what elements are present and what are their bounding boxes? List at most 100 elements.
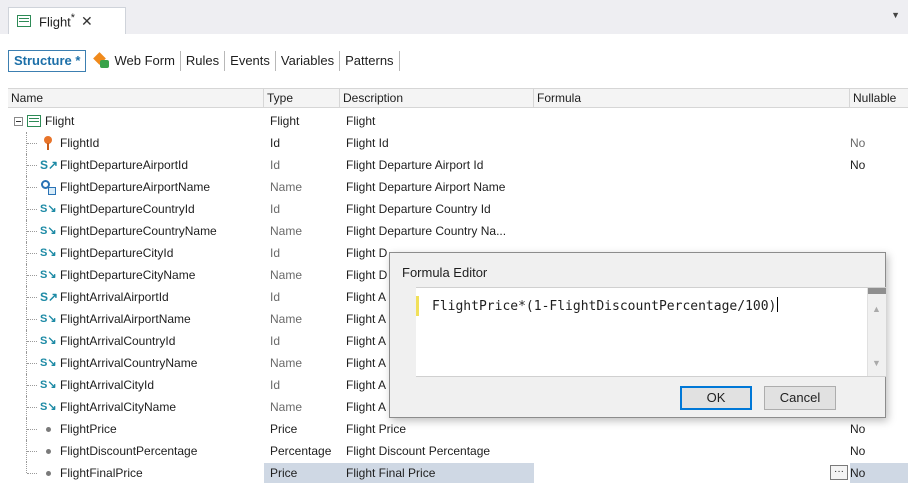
- tab-events-label: Events: [230, 53, 270, 68]
- row-name: FlightFinalPrice: [60, 466, 143, 480]
- row-description: Flight Price: [346, 422, 407, 436]
- row-type: Id: [270, 378, 281, 392]
- table-row[interactable]: FlightDepartureAirportName Name Flight D…: [8, 176, 908, 198]
- table-row-selected[interactable]: FlightFinalPrice Price Flight Final Pric…: [8, 462, 908, 484]
- attribute-dot-icon: [40, 421, 56, 437]
- text-caret: [777, 297, 779, 312]
- row-description: Flight Id: [346, 136, 389, 150]
- row-name: FlightId: [60, 136, 100, 150]
- table-row[interactable]: FlightDiscountPercentage Percentage Flig…: [8, 440, 908, 462]
- row-type: Id: [270, 334, 281, 348]
- subtype-inferred-icon: S↘: [40, 247, 57, 259]
- row-name: FlightArrivalCityId: [60, 378, 155, 392]
- row-type: Id: [270, 290, 281, 304]
- collapse-icon[interactable]: [14, 116, 23, 126]
- row-type: Price: [270, 422, 298, 436]
- row-description: Flight D: [346, 268, 388, 282]
- row-name: FlightDepartureCityName: [60, 268, 196, 282]
- ok-button[interactable]: OK: [680, 386, 752, 410]
- attribute-dot-icon: [40, 443, 56, 459]
- document-tab-strip: Flight* ✕ ▼: [0, 0, 908, 34]
- document-tab-flight[interactable]: Flight* ✕: [8, 7, 126, 34]
- row-name: FlightArrivalCityName: [60, 400, 177, 414]
- row-description: Flight Discount Percentage: [346, 444, 491, 458]
- table-row[interactable]: FlightId Id Flight Id No: [8, 132, 908, 154]
- row-description: Flight Departure Airport Name: [346, 180, 506, 194]
- column-header-type[interactable]: Type: [264, 89, 340, 108]
- row-type: Id: [270, 158, 281, 172]
- tab-patterns[interactable]: Patterns: [340, 51, 400, 71]
- table-row[interactable]: Flight Flight Flight: [8, 110, 908, 132]
- row-type: Id: [270, 246, 281, 260]
- scroll-up-icon[interactable]: ▲: [872, 304, 881, 314]
- tab-structure[interactable]: Structure *: [8, 50, 87, 72]
- vertical-scrollbar[interactable]: ▲ ▼: [867, 288, 886, 376]
- row-nullable: No: [850, 422, 866, 436]
- subtype-foreign-key-icon: S↗: [40, 290, 59, 304]
- cancel-button[interactable]: Cancel: [764, 386, 836, 410]
- row-description: Flight Departure Country Id: [346, 202, 491, 216]
- subtype-inferred-icon: S↘: [40, 313, 57, 325]
- transaction-icon: [27, 115, 41, 127]
- row-description: Flight A: [346, 312, 387, 326]
- formula-ellipsis-button[interactable]: ···: [830, 465, 848, 480]
- row-description: Flight Departure Country Na...: [346, 224, 507, 238]
- key-icon: [40, 135, 56, 151]
- scrollbar-thumb[interactable]: [868, 288, 886, 294]
- row-description: Flight: [346, 114, 376, 128]
- subtype-foreign-key-icon: S↗: [40, 158, 59, 172]
- tab-patterns-label: Patterns: [345, 53, 394, 68]
- document-tab-title: Flight*: [39, 12, 76, 30]
- structure-grid-header: Name Type Description Formula Nullable: [8, 88, 908, 108]
- subtype-inferred-icon: S↘: [40, 357, 57, 369]
- column-header-nullable[interactable]: Nullable: [850, 89, 908, 108]
- tab-events[interactable]: Events: [225, 51, 276, 71]
- table-row[interactable]: S↘ FlightDepartureCountryName Name Fligh…: [8, 220, 908, 242]
- row-description: Flight A: [346, 290, 387, 304]
- column-header-name[interactable]: Name: [8, 89, 264, 108]
- close-icon[interactable]: ✕: [81, 13, 93, 30]
- column-header-description[interactable]: Description: [340, 89, 534, 108]
- row-nullable: No: [850, 136, 866, 150]
- tab-web-form[interactable]: Web Form: [90, 51, 181, 71]
- row-name: Flight: [45, 114, 75, 128]
- row-type: Flight: [270, 114, 300, 128]
- tab-web-form-label: Web Form: [114, 53, 175, 68]
- row-type: Name: [270, 312, 303, 326]
- row-name: FlightDepartureCountryId: [60, 202, 195, 216]
- row-name: FlightPrice: [60, 422, 117, 436]
- subtype-inferred-icon: S↘: [40, 379, 57, 391]
- row-name: FlightDepartureCountryName: [60, 224, 217, 238]
- tab-variables-label: Variables: [280, 53, 335, 68]
- row-description: Flight A: [346, 378, 387, 392]
- chevron-down-icon[interactable]: ▼: [891, 10, 900, 20]
- table-row[interactable]: S↗ FlightDepartureAirportId Id Flight De…: [8, 154, 908, 176]
- tab-variables[interactable]: Variables: [276, 51, 341, 71]
- row-nullable: No: [850, 158, 866, 172]
- scroll-down-icon[interactable]: ▼: [872, 358, 881, 368]
- formula-text-area[interactable]: FlightPrice*(1-FlightDiscountPercentage/…: [416, 287, 886, 377]
- row-type: Price: [270, 466, 298, 480]
- row-type: Id: [270, 202, 281, 216]
- formula-text: FlightPrice*(1-FlightDiscountPercentage/…: [432, 297, 779, 314]
- row-name: FlightArrivalAirportName: [60, 312, 191, 326]
- table-row[interactable]: S↘ FlightDepartureCountryId Id Flight De…: [8, 198, 908, 220]
- column-header-formula[interactable]: Formula: [534, 89, 850, 108]
- dialog-title: Formula Editor: [402, 265, 488, 280]
- row-name: FlightDepartureCityId: [60, 246, 174, 260]
- row-type: Id: [270, 136, 281, 150]
- table-row[interactable]: FlightPrice Price Flight Price No: [8, 418, 908, 440]
- formula-editor-dialog: Formula Editor FlightPrice*(1-FlightDisc…: [389, 252, 886, 418]
- subtype-inferred-icon: S↘: [40, 225, 57, 237]
- subtype-inferred-icon: S↘: [40, 335, 57, 347]
- row-type: Name: [270, 268, 303, 282]
- row-type: Name: [270, 224, 303, 238]
- tab-rules[interactable]: Rules: [181, 51, 226, 71]
- description-attribute-icon: [40, 179, 56, 195]
- row-nullable: No: [850, 466, 866, 480]
- row-description: Flight D: [346, 246, 388, 260]
- row-name: FlightDepartureAirportId: [60, 158, 189, 172]
- row-description: Flight Departure Airport Id: [346, 158, 484, 172]
- subtype-inferred-icon: S↘: [40, 401, 57, 413]
- row-description: Flight Final Price: [346, 466, 436, 480]
